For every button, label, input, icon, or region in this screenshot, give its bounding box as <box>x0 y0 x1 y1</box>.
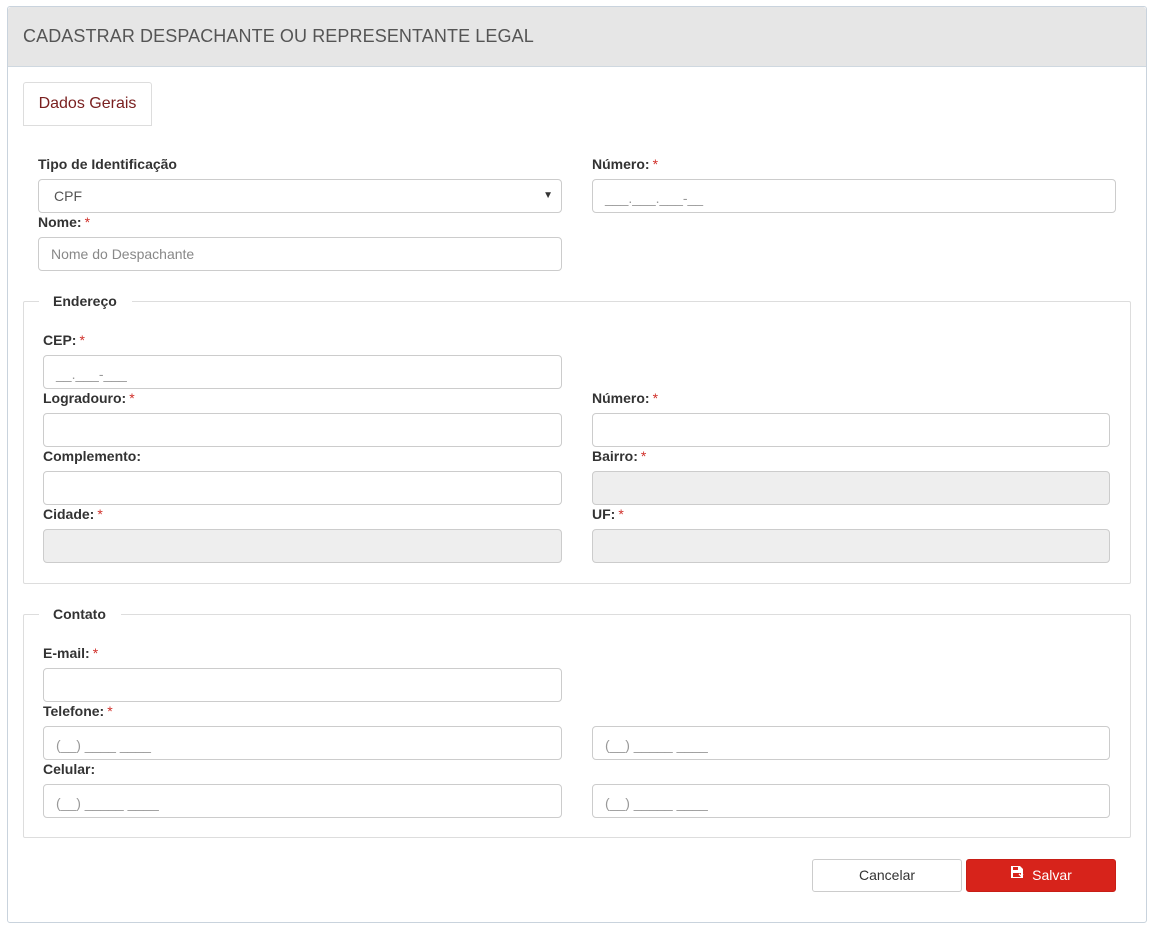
phone-mask-2: (__) _____ ____ <box>605 737 708 753</box>
phone-label: Telefone: * <box>43 703 113 719</box>
cep-label: CEP: * <box>43 332 85 348</box>
email-label: E-mail: * <box>43 645 98 661</box>
required-marker: * <box>652 156 659 172</box>
mobile-field-1[interactable]: (__) _____ ____ <box>43 784 562 818</box>
phone-field-1[interactable]: (__) ____ ____ <box>43 726 562 760</box>
caret-down-icon: ▼ <box>543 190 553 201</box>
cep-field[interactable]: __.___-___ <box>43 355 562 389</box>
state-input <box>592 529 1110 563</box>
number-label-text: Número: <box>592 156 650 172</box>
mobile-field-2[interactable]: (__) _____ ____ <box>592 784 1110 818</box>
district-label-text: Bairro: <box>592 448 638 464</box>
id-type-value: CPF <box>54 188 82 204</box>
required-marker: * <box>129 390 135 406</box>
mobile-mask-2: (__) _____ ____ <box>605 795 708 811</box>
required-marker: * <box>92 645 99 661</box>
mobile-label: Celular: <box>43 761 96 777</box>
phone-field-2[interactable]: (__) _____ ____ <box>592 726 1110 760</box>
required-marker: * <box>84 214 91 230</box>
complement-label: Complemento: <box>43 448 141 464</box>
cancel-button[interactable]: Cancelar <box>812 859 962 892</box>
address-legend: Endereço <box>39 293 132 309</box>
required-marker: * <box>107 703 113 719</box>
phone-label-text: Telefone: <box>43 703 105 719</box>
cep-mask-text: __.___-___ <box>56 366 127 382</box>
save-icon <box>1010 859 1024 890</box>
phone-mask-1: (__) ____ ____ <box>56 737 151 753</box>
panel-header: CADASTRAR DESPACHANTE OU REPRESENTANTE L… <box>8 7 1146 67</box>
id-type-label: Tipo de Identificação <box>38 156 177 172</box>
id-type-select[interactable]: CPF ▼ <box>38 179 562 213</box>
required-marker: * <box>97 506 103 522</box>
street-label: Logradouro: * <box>43 390 135 406</box>
email-input[interactable] <box>43 668 562 702</box>
street-input[interactable] <box>43 413 562 447</box>
required-marker: * <box>618 506 624 522</box>
street-label-text: Logradouro: <box>43 390 127 406</box>
save-label: Salvar <box>1032 867 1072 883</box>
mobile-mask-1: (__) _____ ____ <box>56 795 159 811</box>
name-input[interactable] <box>38 237 562 271</box>
tab-dados-gerais[interactable]: Dados Gerais <box>23 82 152 126</box>
contact-legend: Contato <box>39 606 121 622</box>
address-number-label: Número: * <box>592 390 658 406</box>
required-marker: * <box>79 332 85 348</box>
email-label-text: E-mail: <box>43 645 90 661</box>
required-marker: * <box>640 448 647 464</box>
name-label: Nome: * <box>38 214 90 230</box>
complement-input[interactable] <box>43 471 562 505</box>
district-input <box>592 471 1110 505</box>
address-number-label-text: Número: <box>592 390 650 406</box>
number-label: Número: * <box>592 156 658 172</box>
state-label-text: UF: <box>592 506 616 522</box>
cpf-mask-text: ___.___.___-__ <box>605 190 704 206</box>
city-input <box>43 529 562 563</box>
cep-label-text: CEP: <box>43 332 77 348</box>
address-number-input[interactable] <box>592 413 1110 447</box>
save-button[interactable]: Salvar <box>966 859 1116 892</box>
page-title: CADASTRAR DESPACHANTE OU REPRESENTANTE L… <box>23 26 534 46</box>
city-label-text: Cidade: <box>43 506 95 522</box>
cpf-number-field[interactable]: ___.___.___-__ <box>592 179 1116 213</box>
name-label-text: Nome: <box>38 214 82 230</box>
city-label: Cidade: * <box>43 506 103 522</box>
required-marker: * <box>652 390 659 406</box>
state-label: UF: * <box>592 506 624 522</box>
district-label: Bairro: * <box>592 448 646 464</box>
